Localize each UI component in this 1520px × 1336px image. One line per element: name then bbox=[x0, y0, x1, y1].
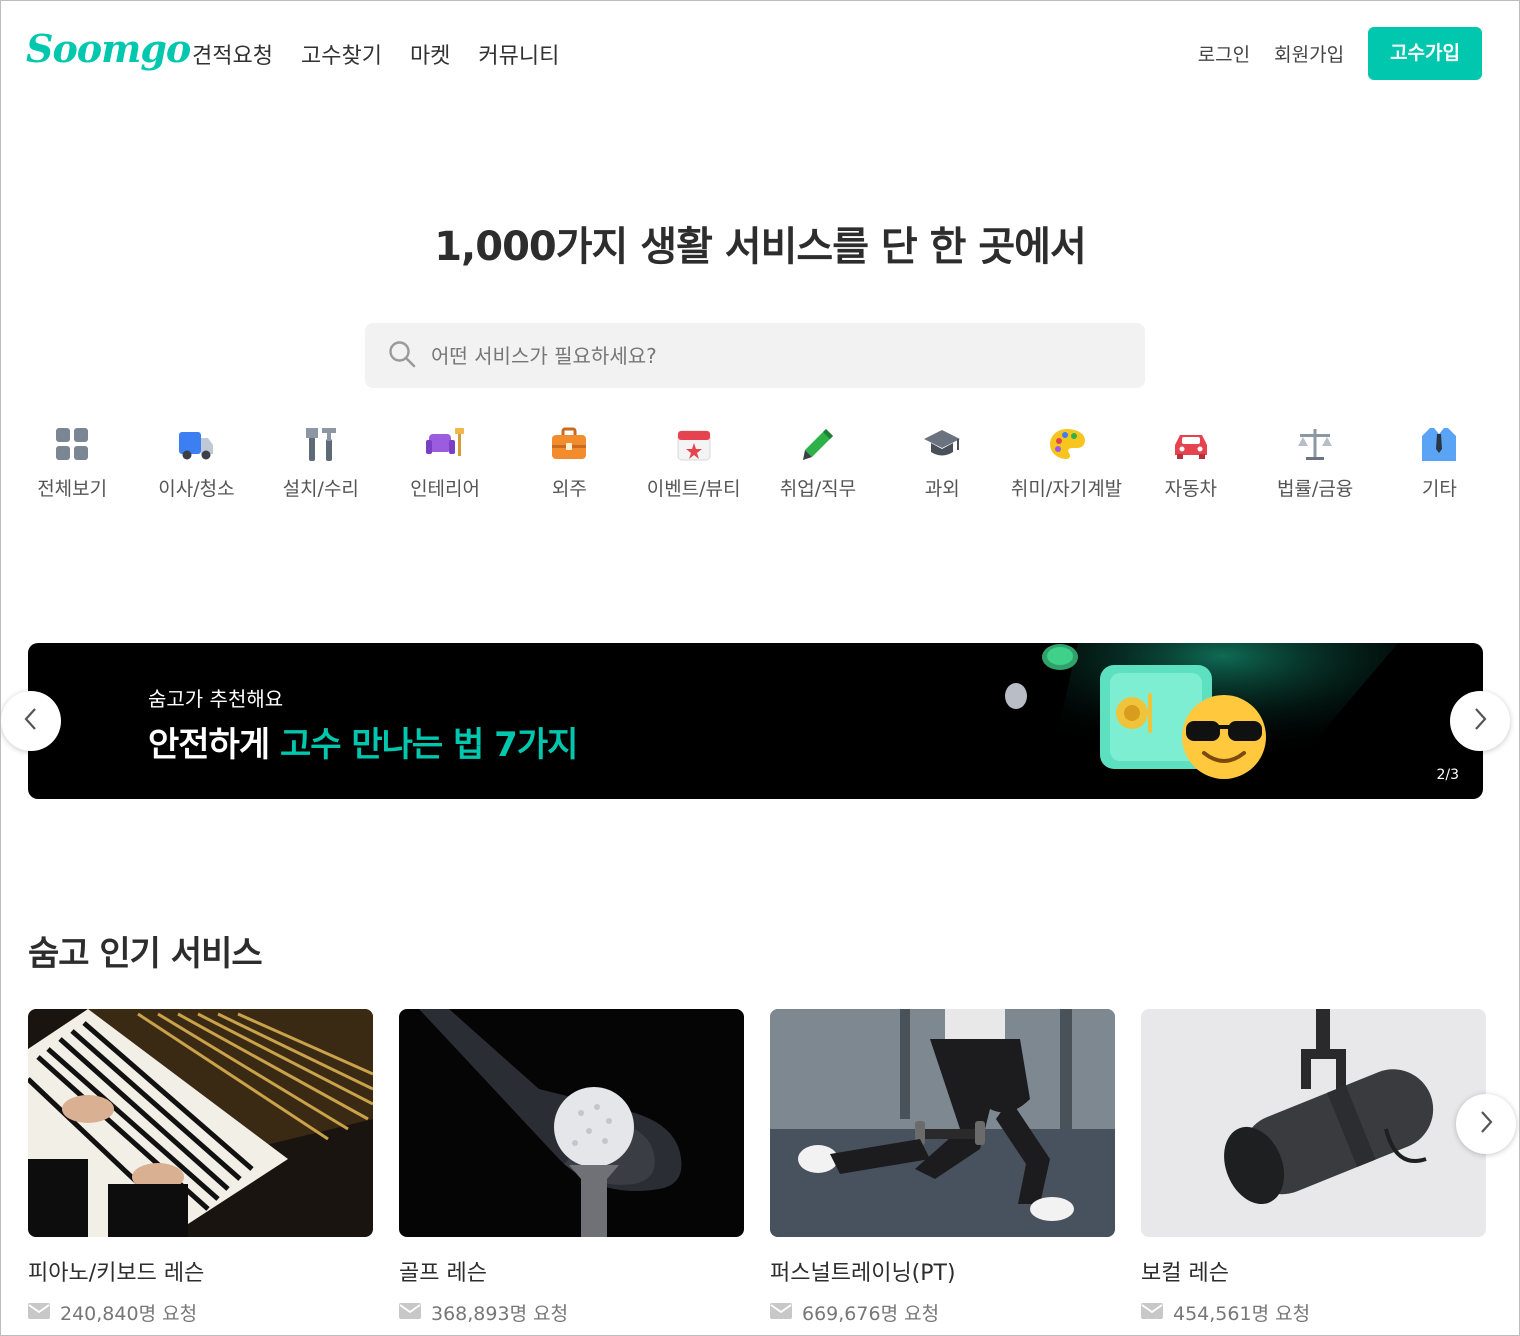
category-car[interactable]: 자동차 bbox=[1129, 424, 1253, 501]
service-requests: 669,676명 요청 bbox=[770, 1299, 1115, 1326]
category-label: 이벤트/뷰티 bbox=[646, 478, 741, 500]
chevron-right-icon bbox=[1476, 1110, 1496, 1138]
service-card[interactable]: 보컬 레슨 454,561명 요청 bbox=[1141, 1009, 1486, 1326]
palette-icon bbox=[1047, 424, 1087, 464]
promo-banner[interactable]: 숨고가 추천해요 안전하게 고수 만나는 법 7가지 2/3 bbox=[28, 643, 1483, 799]
category-etc[interactable]: 기타 bbox=[1377, 424, 1501, 501]
auth-area: 로그인 회원가입 고수가입 bbox=[1198, 27, 1482, 80]
category-tutoring[interactable]: 과외 bbox=[880, 424, 1004, 501]
category-label: 기타 bbox=[1421, 478, 1457, 500]
shirt-icon bbox=[1419, 424, 1459, 464]
service-requests: 240,840명 요청 bbox=[28, 1299, 373, 1326]
chevron-left-icon bbox=[21, 707, 41, 735]
envelope-icon bbox=[1141, 1302, 1163, 1324]
popular-services-list: 피아노/키보드 레슨 240,840명 요청 골프 레슨 368,893명 요청 bbox=[28, 1009, 1486, 1326]
scales-icon bbox=[1295, 424, 1335, 464]
briefcase-icon bbox=[549, 424, 589, 464]
service-name: 퍼스널트레이닝(PT) bbox=[770, 1261, 956, 1286]
request-count: 454,561명 요청 bbox=[1173, 1303, 1311, 1325]
main-nav: 견적요청 고수찾기 마켓 커뮤니티 bbox=[192, 38, 559, 70]
header: Soomgo 견적요청 고수찾기 마켓 커뮤니티 로그인 회원가입 고수가입 bbox=[0, 0, 1520, 106]
category-event-beauty[interactable]: 이벤트/뷰티 bbox=[631, 424, 755, 501]
category-label: 외주 bbox=[551, 478, 587, 500]
service-card[interactable]: 퍼스널트레이닝(PT) 669,676명 요청 bbox=[770, 1009, 1115, 1326]
service-name: 보컬 레슨 bbox=[1141, 1261, 1229, 1286]
category-list: 전체보기 이사/청소 설치/수리 인테리어 외주 이벤트/뷰티 취업/직무 과외… bbox=[10, 424, 1510, 501]
envelope-icon bbox=[770, 1302, 792, 1324]
car-icon bbox=[1171, 424, 1211, 464]
banner-title: 안전하게 고수 만나는 법 7가지 bbox=[148, 717, 578, 766]
category-label: 자동차 bbox=[1164, 478, 1218, 500]
category-label: 과외 bbox=[924, 478, 960, 500]
category-install-repair[interactable]: 설치/수리 bbox=[259, 424, 383, 501]
graduation-cap-icon bbox=[922, 424, 962, 464]
truck-icon bbox=[176, 424, 216, 464]
category-label: 설치/수리 bbox=[282, 478, 359, 500]
category-interior[interactable]: 인테리어 bbox=[383, 424, 507, 501]
category-label: 이사/청소 bbox=[158, 478, 235, 500]
service-image-piano bbox=[28, 1009, 373, 1237]
service-card[interactable]: 골프 레슨 368,893명 요청 bbox=[399, 1009, 744, 1326]
login-link[interactable]: 로그인 bbox=[1198, 40, 1250, 67]
category-label: 취미/자기계발 bbox=[1010, 478, 1123, 500]
soomgo-logo[interactable]: Soomgo bbox=[26, 26, 191, 71]
envelope-icon bbox=[28, 1302, 50, 1324]
category-label: 인테리어 bbox=[410, 478, 480, 500]
banner-pager: 2/3 bbox=[1436, 767, 1459, 783]
category-outsourcing[interactable]: 외주 bbox=[507, 424, 631, 501]
grid-icon bbox=[52, 424, 92, 464]
banner-title-highlight: 고수 만나는 법 7가지 bbox=[279, 725, 578, 765]
request-count: 240,840명 요청 bbox=[60, 1303, 198, 1325]
tools-icon bbox=[301, 424, 341, 464]
banner-prev-button[interactable] bbox=[1, 691, 61, 751]
request-count: 368,893명 요청 bbox=[431, 1303, 569, 1325]
sofa-icon bbox=[425, 424, 465, 464]
search-bar[interactable] bbox=[365, 323, 1145, 388]
service-name: 골프 레슨 bbox=[399, 1261, 487, 1286]
category-label: 전체보기 bbox=[37, 478, 108, 500]
envelope-icon bbox=[399, 1302, 421, 1324]
request-count: 669,676명 요청 bbox=[802, 1303, 940, 1325]
category-career-job[interactable]: 취업/직무 bbox=[756, 424, 880, 501]
nav-market[interactable]: 마켓 bbox=[410, 38, 450, 70]
nav-find-pro[interactable]: 고수찾기 bbox=[301, 38, 382, 70]
banner-next-button[interactable] bbox=[1450, 691, 1510, 751]
nav-community[interactable]: 커뮤니티 bbox=[478, 38, 559, 70]
category-legal-finance[interactable]: 법률/금융 bbox=[1253, 424, 1377, 501]
chevron-right-icon bbox=[1470, 707, 1490, 735]
service-image-golf bbox=[399, 1009, 744, 1237]
service-image-vocal bbox=[1141, 1009, 1486, 1237]
hero-title: 1,000가지 생활 서비스를 단 한 곳에서 bbox=[434, 224, 1087, 270]
pencil-icon bbox=[798, 424, 838, 464]
category-label: 법률/금융 bbox=[1276, 478, 1354, 500]
service-card[interactable]: 피아노/키보드 레슨 240,840명 요청 bbox=[28, 1009, 373, 1326]
popular-services-title: 숨고 인기 서비스 bbox=[28, 934, 263, 974]
pro-signup-button[interactable]: 고수가입 bbox=[1368, 27, 1482, 80]
service-requests: 454,561명 요청 bbox=[1141, 1299, 1486, 1326]
popular-next-button[interactable] bbox=[1456, 1094, 1516, 1154]
search-input[interactable] bbox=[431, 343, 1081, 368]
category-all[interactable]: 전체보기 bbox=[10, 424, 134, 501]
search-icon bbox=[387, 339, 417, 373]
service-requests: 368,893명 요청 bbox=[399, 1299, 744, 1326]
banner-title-prefix: 안전하게 bbox=[148, 725, 280, 765]
category-moving-cleaning[interactable]: 이사/청소 bbox=[134, 424, 258, 501]
banner-subtitle: 숨고가 추천해요 bbox=[148, 687, 284, 711]
calendar-icon bbox=[674, 424, 714, 464]
service-image-pt bbox=[770, 1009, 1115, 1237]
nav-quote-request[interactable]: 견적요청 bbox=[192, 38, 273, 70]
signup-link[interactable]: 회원가입 bbox=[1274, 40, 1344, 67]
service-name: 피아노/키보드 레슨 bbox=[28, 1261, 205, 1286]
category-label: 취업/직무 bbox=[779, 478, 857, 500]
category-hobby-self-dev[interactable]: 취미/자기계발 bbox=[1004, 424, 1128, 501]
